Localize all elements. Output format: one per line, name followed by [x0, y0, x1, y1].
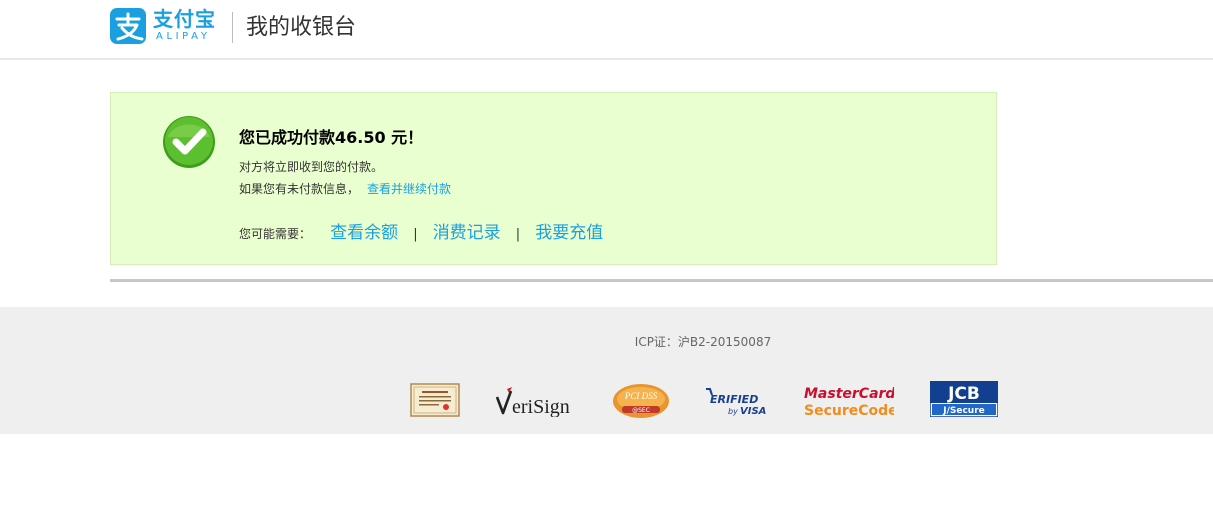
alipay-logo-icon[interactable] — [110, 8, 146, 44]
view-continue-pay-link[interactable]: 查看并继续付款 — [367, 182, 451, 196]
notice-text: 对方将立即收到您的付款。 — [239, 160, 384, 174]
verified-by-visa-logo[interactable]: ERIFIED by VISA — [704, 385, 768, 417]
header: 支付宝 ALIPAY 我的收银台 — [0, 0, 1213, 60]
content-divider — [110, 279, 1213, 282]
svg-text:by: by — [728, 407, 738, 416]
icp-license[interactable]: ICP证：沪B2-20150087 — [0, 334, 1213, 350]
footer: ICP证：沪B2-20150087 eriSign PCI DSS @SEC E… — [0, 307, 1213, 434]
svg-text:SecureCode.: SecureCode. — [804, 403, 894, 419]
view-balance-link[interactable]: 查看余额 — [330, 223, 398, 243]
unpaid-notice: 如果您有未付款信息， 查看并继续付款 — [239, 181, 451, 197]
link-separator: | — [413, 227, 418, 242]
suggestion-links: 您可能需要： 查看余额 | 消费记录 | 我要充值 — [239, 221, 603, 247]
header-divider — [232, 12, 233, 43]
svg-text:ERIFIED: ERIFIED — [710, 393, 758, 406]
svg-text:VISA: VISA — [740, 406, 766, 417]
pci-dss-logo[interactable]: PCI DSS @SEC — [612, 383, 670, 419]
page-title: 我的收银台 — [246, 15, 357, 40]
zhi-glyph-icon — [115, 12, 144, 41]
svg-text:eriSign: eriSign — [512, 396, 570, 417]
brand-name: 支付宝 — [153, 7, 216, 31]
success-message: 您已成功付款46.50 元！ — [239, 128, 424, 147]
success-check-icon — [163, 116, 215, 168]
suggestion-label: 您可能需要： — [239, 227, 312, 241]
verisign-logo[interactable]: eriSign — [495, 387, 577, 417]
mastercard-securecode-logo[interactable]: MasterCard. SecureCode. — [802, 381, 894, 419]
svg-text:MasterCard.: MasterCard. — [804, 386, 894, 402]
svg-text:PCI DSS: PCI DSS — [624, 391, 658, 401]
certificate-icon[interactable] — [410, 383, 460, 417]
jcb-jsecure-logo[interactable]: JCB J/Secure — [930, 381, 998, 417]
link-separator: | — [515, 227, 521, 242]
svg-text:J/Secure: J/Secure — [942, 406, 985, 416]
brand-latin: ALIPAY — [156, 31, 211, 42]
svg-text:JCB: JCB — [947, 384, 980, 404]
payment-success-panel: 您已成功付款46.50 元！ 对方将立即收到您的付款。 如果您有未付款信息， 查看… — [110, 92, 997, 265]
svg-text:@SEC: @SEC — [632, 407, 650, 414]
unpaid-notice-text: 如果您有未付款信息， — [239, 182, 360, 196]
spending-record-link[interactable]: 消费记录 — [433, 223, 501, 243]
top-up-link[interactable]: 我要充值 — [535, 223, 603, 243]
